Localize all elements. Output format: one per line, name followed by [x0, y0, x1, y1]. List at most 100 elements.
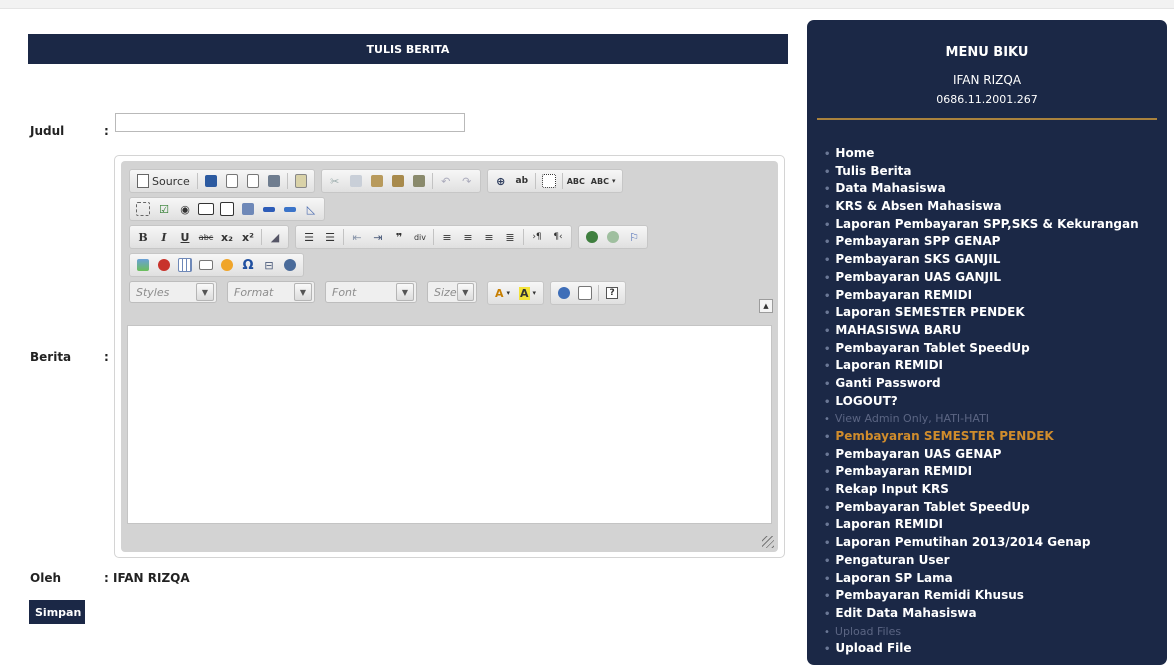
- sidebar-item[interactable]: Rekap Input KRS: [824, 481, 1139, 499]
- anchor-button[interactable]: ⚐: [624, 227, 644, 247]
- smiley-button[interactable]: [217, 255, 237, 275]
- styles-combo[interactable]: Styles ▼: [129, 281, 217, 303]
- sidebar-item[interactable]: Pembayaran Remidi Khusus: [824, 587, 1139, 605]
- iframe-button[interactable]: [280, 255, 300, 275]
- cut-button[interactable]: ✂: [325, 171, 345, 191]
- textarea-button[interactable]: [217, 199, 237, 219]
- numbered-list-button[interactable]: ☰: [299, 227, 319, 247]
- paste-text-button[interactable]: [388, 171, 408, 191]
- source-button[interactable]: Source: [133, 171, 194, 191]
- sidebar-item[interactable]: Pengaturan User: [824, 552, 1139, 570]
- sidebar-item[interactable]: Laporan SEMESTER PENDEK: [824, 304, 1139, 322]
- sidebar-item[interactable]: Pembayaran UAS GENAP: [824, 446, 1139, 464]
- image-button[interactable]: [133, 255, 153, 275]
- print-button[interactable]: [264, 171, 284, 191]
- simpan-button[interactable]: Simpan: [29, 600, 85, 624]
- judul-input[interactable]: [115, 113, 465, 132]
- image-button-field-button[interactable]: [280, 199, 300, 219]
- button-field-button[interactable]: [259, 199, 279, 219]
- sidebar-item[interactable]: Laporan REMIDI: [824, 516, 1139, 534]
- maximize-button[interactable]: [554, 283, 574, 303]
- align-center-button[interactable]: ≡: [458, 227, 478, 247]
- undo-button[interactable]: ↶: [436, 171, 456, 191]
- bg-color-button[interactable]: A ▾: [515, 283, 540, 303]
- copy-button[interactable]: [346, 171, 366, 191]
- align-left-button[interactable]: ≡: [437, 227, 457, 247]
- format-combo[interactable]: Format ▼: [227, 281, 315, 303]
- sidebar-item[interactable]: LOGOUT?: [824, 393, 1139, 411]
- sidebar-item[interactable]: Tulis Berita: [824, 163, 1139, 181]
- sidebar-item[interactable]: Data Mahasiswa: [824, 180, 1139, 198]
- hidden-field-button[interactable]: ◺: [301, 199, 321, 219]
- flash-button[interactable]: [154, 255, 174, 275]
- ltr-button[interactable]: ›¶: [527, 227, 547, 247]
- sidebar-item[interactable]: Pembayaran REMIDI: [824, 287, 1139, 305]
- textfield-button[interactable]: [196, 199, 216, 219]
- replace-button[interactable]: ab: [512, 171, 532, 191]
- rtl-button[interactable]: ¶‹: [548, 227, 568, 247]
- spellcheck-button[interactable]: ABC: [566, 171, 586, 191]
- sidebar-item[interactable]: Ganti Password: [824, 375, 1139, 393]
- outdent-button[interactable]: ⇤: [347, 227, 367, 247]
- resize-grip-icon[interactable]: [762, 536, 774, 548]
- spellcheck-as-you-type-button[interactable]: ABC ▾: [587, 171, 620, 191]
- blockquote-button[interactable]: ❞: [389, 227, 409, 247]
- remove-format-button[interactable]: ◢: [265, 227, 285, 247]
- sidebar-item[interactable]: Upload Files: [824, 623, 1139, 641]
- special-char-button[interactable]: Ω: [238, 255, 258, 275]
- indent-button[interactable]: ⇥: [368, 227, 388, 247]
- sidebar-item[interactable]: Edit Data Mahasiswa: [824, 605, 1139, 623]
- new-page-button[interactable]: [222, 171, 242, 191]
- sidebar-item[interactable]: MAHASISWA BARU: [824, 322, 1139, 340]
- select-field-button[interactable]: [238, 199, 258, 219]
- sidebar-item[interactable]: Laporan Pembayaran SPP,SKS & Kekurangan: [824, 216, 1138, 234]
- underline-button[interactable]: U: [175, 227, 195, 247]
- redo-button[interactable]: ↷: [457, 171, 477, 191]
- bold-button[interactable]: B: [133, 227, 153, 247]
- select-all-button[interactable]: [539, 171, 559, 191]
- superscript-button[interactable]: x²: [238, 227, 258, 247]
- table-button[interactable]: [175, 255, 195, 275]
- sidebar-item[interactable]: Pembayaran SPP GENAP: [824, 233, 1139, 251]
- link-button[interactable]: [582, 227, 602, 247]
- sidebar-item[interactable]: Pembayaran REMIDI: [824, 463, 1139, 481]
- sidebar-item[interactable]: Pembayaran Tablet SpeedUp: [824, 340, 1139, 358]
- paste-button[interactable]: [367, 171, 387, 191]
- checkbox-button[interactable]: ☑: [154, 199, 174, 219]
- sidebar-item[interactable]: View Admin Only, HATI-HATI: [824, 410, 1139, 428]
- find-button[interactable]: ⊕: [491, 171, 511, 191]
- save-button[interactable]: [201, 171, 221, 191]
- about-button[interactable]: ?: [602, 283, 622, 303]
- create-div-button[interactable]: div: [410, 227, 430, 247]
- sidebar-item[interactable]: Pembayaran Tablet SpeedUp: [824, 499, 1139, 517]
- collapse-toolbar-button[interactable]: ▲: [759, 299, 773, 313]
- strike-button[interactable]: abc: [196, 227, 216, 247]
- radio-button[interactable]: ◉: [175, 199, 195, 219]
- size-combo[interactable]: Size ▼: [427, 281, 477, 303]
- sidebar-item[interactable]: Pembayaran UAS GANJIL: [824, 269, 1139, 287]
- form-button[interactable]: [133, 199, 153, 219]
- sidebar-item[interactable]: Upload File: [824, 640, 1139, 658]
- horizontal-rule-button[interactable]: [196, 255, 216, 275]
- sidebar-item[interactable]: Laporan REMIDI: [824, 357, 1139, 375]
- font-combo[interactable]: Font ▼: [325, 281, 417, 303]
- sidebar-item[interactable]: KRS & Absen Mahasiswa: [824, 198, 1139, 216]
- paste-word-button[interactable]: [409, 171, 429, 191]
- unlink-button[interactable]: [603, 227, 623, 247]
- sidebar-item[interactable]: Laporan Pemutihan 2013/2014 Genap: [824, 534, 1139, 552]
- sidebar-item[interactable]: Laporan SP Lama: [824, 570, 1139, 588]
- bulleted-list-button[interactable]: ☰: [320, 227, 340, 247]
- justify-button[interactable]: ≣: [500, 227, 520, 247]
- page-break-button[interactable]: ⊟: [259, 255, 279, 275]
- text-color-button[interactable]: A ▾: [491, 283, 514, 303]
- sidebar-item[interactable]: Pembayaran SEMESTER PENDEK: [824, 428, 1139, 446]
- sidebar-item[interactable]: Pembayaran SKS GANJIL: [824, 251, 1139, 269]
- align-right-button[interactable]: ≡: [479, 227, 499, 247]
- subscript-button[interactable]: x₂: [217, 227, 237, 247]
- preview-button[interactable]: [243, 171, 263, 191]
- templates-button[interactable]: [291, 171, 311, 191]
- sidebar-item[interactable]: Home: [824, 145, 1139, 163]
- italic-button[interactable]: I: [154, 227, 174, 247]
- show-blocks-button[interactable]: [575, 283, 595, 303]
- editor-content-area[interactable]: [127, 325, 772, 524]
